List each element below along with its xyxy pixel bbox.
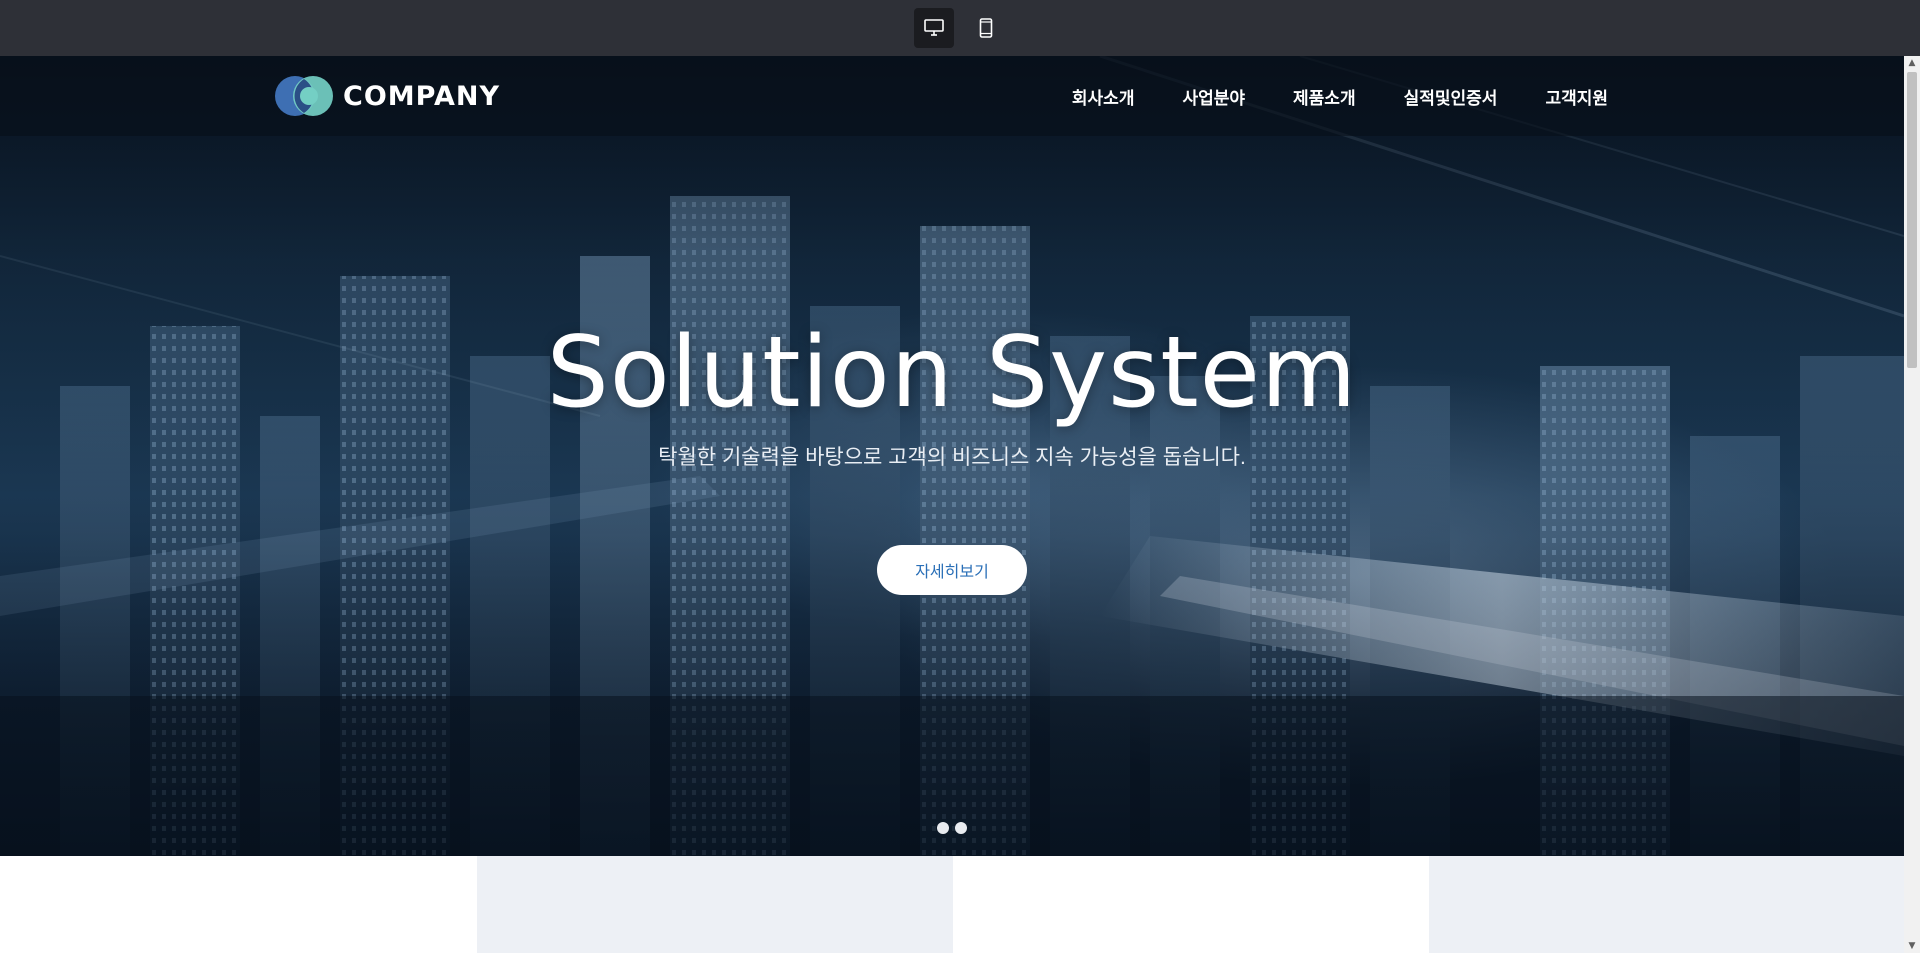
slide-dot-2[interactable] [955, 822, 967, 834]
mobile-view-button[interactable] [966, 8, 1006, 48]
site-header: COMPANY 회사소개 사업분야 제품소개 실적및인증서 고객지원 [0, 56, 1904, 136]
feature-panel-1 [477, 856, 953, 953]
scroll-up-arrow-icon[interactable]: ▲ [1904, 56, 1920, 70]
feature-panel-3 [1429, 856, 1904, 953]
page-scrollbar[interactable]: ▲ ▼ [1904, 56, 1920, 953]
monitor-icon [924, 19, 944, 37]
nav-item-business[interactable]: 사업분야 [1182, 84, 1245, 109]
slide-dot-1[interactable] [937, 822, 949, 834]
feature-panel-2 [953, 856, 1429, 953]
nav-item-company[interactable]: 회사소개 [1072, 84, 1135, 109]
hero-title: Solution System [546, 316, 1358, 430]
logo-icon [275, 76, 333, 116]
scrollbar-thumb[interactable] [1907, 72, 1917, 368]
nav-item-products[interactable]: 제품소개 [1293, 84, 1356, 109]
learn-more-button[interactable]: 자세히보기 [877, 545, 1027, 595]
feature-panels [477, 856, 1904, 953]
page-viewport: COMPANY 회사소개 사업분야 제품소개 실적및인증서 고객지원 Solut… [0, 56, 1904, 953]
hero-section: COMPANY 회사소개 사업분야 제품소개 실적및인증서 고객지원 Solut… [0, 56, 1904, 856]
logo[interactable]: COMPANY [275, 76, 500, 116]
smartphone-icon [979, 18, 993, 38]
slider-pagination [0, 822, 1904, 834]
logo-text: COMPANY [343, 80, 500, 112]
nav-item-support[interactable]: 고객지원 [1545, 84, 1608, 109]
preview-toolbar [0, 0, 1920, 56]
scroll-down-arrow-icon[interactable]: ▼ [1904, 939, 1920, 953]
desktop-view-button[interactable] [914, 8, 954, 48]
hero-subtitle: 탁월한 기술력을 바탕으로 고객의 비즈니스 지속 가능성을 돕습니다. [658, 446, 1246, 469]
nav-item-certificates[interactable]: 실적및인증서 [1404, 84, 1498, 109]
main-nav: 회사소개 사업분야 제품소개 실적및인증서 고객지원 [1072, 56, 1608, 136]
